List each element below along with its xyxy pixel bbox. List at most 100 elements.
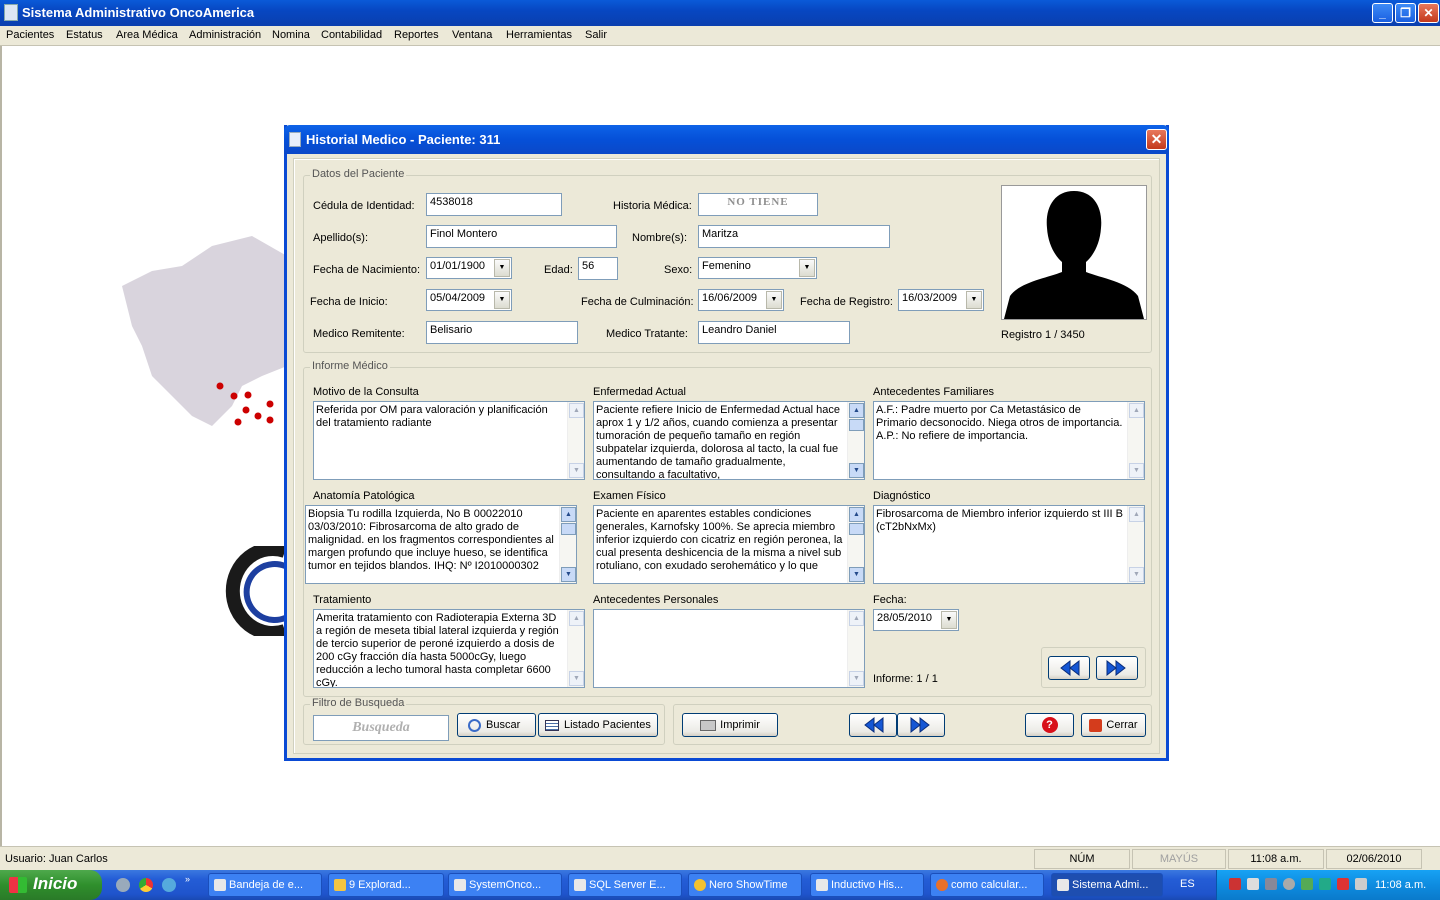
network-icon[interactable] bbox=[1229, 878, 1241, 890]
scroll-up-icon[interactable]: ▲ bbox=[1129, 403, 1144, 418]
volume-icon[interactable] bbox=[1355, 878, 1367, 890]
help-button[interactable]: ? bbox=[1025, 713, 1074, 737]
registro-prev-button[interactable] bbox=[849, 713, 897, 737]
enfermedad-textarea[interactable]: Paciente refiere Inicio de Enfermedad Ac… bbox=[593, 401, 865, 480]
scroll-up-icon[interactable]: ▲ bbox=[849, 403, 864, 418]
restore-button[interactable]: ❐ bbox=[1395, 3, 1416, 23]
diagnostico-textarea[interactable]: Fibrosarcoma de Miembro inferior izquier… bbox=[873, 505, 1145, 584]
scroll-down-icon[interactable]: ▼ bbox=[569, 463, 584, 478]
cerrar-button[interactable]: Cerrar bbox=[1081, 713, 1146, 737]
listado-pacientes-button[interactable]: Listado Pacientes bbox=[538, 713, 658, 737]
apellido-field[interactable]: Finol Montero bbox=[426, 225, 617, 248]
antper-textarea[interactable]: ▲ ▼ bbox=[593, 609, 865, 688]
menu-administracion[interactable]: Administración bbox=[189, 29, 261, 41]
scroll-down-icon[interactable]: ▼ bbox=[849, 463, 864, 478]
tratamiento-textarea[interactable]: Amerita tratamiento con Radioterapia Ext… bbox=[313, 609, 585, 688]
tratante-field[interactable]: Leandro Daniel bbox=[698, 321, 850, 344]
task-inductivo[interactable]: Inductivo His... bbox=[810, 873, 924, 897]
close-app-button[interactable]: ✕ bbox=[1418, 3, 1439, 23]
chevron-down-icon[interactable]: ▼ bbox=[941, 611, 957, 629]
cedula-field[interactable]: 4538018 bbox=[426, 193, 562, 216]
scrollbar[interactable]: ▲ ▼ bbox=[567, 402, 584, 479]
chevron-down-icon[interactable]: ▼ bbox=[494, 291, 510, 309]
menu-salir[interactable]: Salir bbox=[585, 29, 607, 41]
motivo-textarea[interactable]: Referida por OM para valoración y planif… bbox=[313, 401, 585, 480]
scrollbar[interactable]: ▲ ▼ bbox=[847, 610, 864, 687]
computer-icon[interactable] bbox=[1265, 878, 1277, 890]
chevron-down-icon[interactable]: ▼ bbox=[966, 291, 982, 309]
scroll-down-icon[interactable]: ▼ bbox=[561, 567, 576, 582]
task-nero[interactable]: Nero ShowTime bbox=[688, 873, 802, 897]
chevron-down-icon[interactable]: ▼ bbox=[799, 259, 815, 277]
scroll-down-icon[interactable]: ▼ bbox=[1129, 463, 1144, 478]
finicio-combo[interactable]: 05/04/2009 ▼ bbox=[426, 289, 512, 311]
monitor-icon[interactable] bbox=[1247, 878, 1259, 890]
menu-herramientas[interactable]: Herramientas bbox=[506, 29, 572, 41]
scroll-up-icon[interactable]: ▲ bbox=[1129, 507, 1144, 522]
registro-next-button[interactable] bbox=[897, 713, 945, 737]
scroll-up-icon[interactable]: ▲ bbox=[569, 611, 584, 626]
remitente-field[interactable]: Belisario bbox=[426, 321, 578, 344]
scrollbar[interactable]: ▲ ▼ bbox=[1127, 402, 1144, 479]
menu-ventana[interactable]: Ventana bbox=[452, 29, 492, 41]
scroll-down-icon[interactable]: ▼ bbox=[849, 567, 864, 582]
scroll-thumb[interactable] bbox=[561, 523, 576, 535]
search-tray-icon[interactable] bbox=[1283, 878, 1295, 890]
scrollbar[interactable]: ▲ ▼ bbox=[1127, 506, 1144, 583]
informe-next-button[interactable] bbox=[1096, 656, 1138, 680]
antfam-textarea[interactable]: A.F.: Padre muerto por Ca Metastásico de… bbox=[873, 401, 1145, 480]
scroll-up-icon[interactable]: ▲ bbox=[561, 507, 576, 522]
task-sistema-admin[interactable]: Sistema Admi... bbox=[1051, 873, 1163, 897]
scrollbar[interactable]: ▲ ▼ bbox=[847, 402, 864, 479]
scroll-up-icon[interactable]: ▲ bbox=[849, 507, 864, 522]
freg-combo[interactable]: 16/03/2009 ▼ bbox=[898, 289, 984, 311]
menu-contabilidad[interactable]: Contabilidad bbox=[321, 29, 382, 41]
quicklaunch-more-icon[interactable]: » bbox=[185, 874, 195, 884]
informe-prev-button[interactable] bbox=[1048, 656, 1090, 680]
shield-icon[interactable] bbox=[1337, 878, 1349, 890]
imprimir-button[interactable]: Imprimir bbox=[682, 713, 778, 737]
fecha-informe-combo[interactable]: 28/05/2010 ▼ bbox=[873, 609, 959, 631]
scrollbar[interactable]: ▲ ▼ bbox=[847, 506, 864, 583]
scroll-thumb[interactable] bbox=[849, 523, 864, 535]
scrollbar[interactable]: ▲ ▼ bbox=[567, 610, 584, 687]
menu-reportes[interactable]: Reportes bbox=[394, 29, 439, 41]
menu-estatus[interactable]: Estatus bbox=[66, 29, 103, 41]
menu-area-medica[interactable]: Area Médica bbox=[116, 29, 178, 41]
ie-icon[interactable] bbox=[162, 878, 176, 892]
scroll-up-icon[interactable]: ▲ bbox=[849, 611, 864, 626]
scroll-down-icon[interactable]: ▼ bbox=[849, 671, 864, 686]
menu-nomina[interactable]: Nomina bbox=[272, 29, 310, 41]
fnac-combo[interactable]: 01/01/1900 ▼ bbox=[426, 257, 512, 279]
task-sqlserver[interactable]: SQL Server E... bbox=[568, 873, 682, 897]
task-explorador[interactable]: 9 Explorad... bbox=[328, 873, 444, 897]
scrollbar[interactable]: ▲ ▼ bbox=[559, 506, 576, 583]
chrome-icon[interactable] bbox=[139, 878, 153, 892]
anatomia-textarea[interactable]: Biopsia Tu rodilla Izquierda, No B 00022… bbox=[305, 505, 577, 584]
buscar-button[interactable]: Buscar bbox=[457, 713, 536, 737]
scroll-thumb[interactable] bbox=[849, 419, 864, 431]
task-bandeja[interactable]: Bandeja de e... bbox=[208, 873, 322, 897]
edad-field[interactable]: 56 bbox=[578, 257, 618, 280]
historia-field[interactable]: NO TIENE bbox=[698, 193, 818, 216]
sexo-combo[interactable]: Femenino ▼ bbox=[698, 257, 817, 279]
scroll-up-icon[interactable]: ▲ bbox=[569, 403, 584, 418]
scroll-down-icon[interactable]: ▼ bbox=[1129, 567, 1144, 582]
task-systemonco[interactable]: SystemOnco... bbox=[448, 873, 562, 897]
fculm-combo[interactable]: 16/06/2009 ▼ bbox=[698, 289, 784, 311]
search-input[interactable]: Busqueda bbox=[313, 715, 449, 741]
security-icon[interactable] bbox=[1301, 878, 1313, 890]
minimize-button[interactable]: _ bbox=[1372, 3, 1393, 23]
language-indicator[interactable]: ES bbox=[1180, 878, 1195, 890]
nombre-field[interactable]: Maritza bbox=[698, 225, 890, 248]
start-button[interactable]: Inicio bbox=[0, 870, 102, 900]
task-firefox[interactable]: como calcular... bbox=[930, 873, 1044, 897]
show-desktop-icon[interactable] bbox=[116, 878, 130, 892]
chevron-down-icon[interactable]: ▼ bbox=[766, 291, 782, 309]
menu-pacientes[interactable]: Pacientes bbox=[6, 29, 54, 41]
examen-textarea[interactable]: Paciente en aparentes estables condicion… bbox=[593, 505, 865, 584]
chevron-down-icon[interactable]: ▼ bbox=[494, 259, 510, 277]
scroll-down-icon[interactable]: ▼ bbox=[569, 671, 584, 686]
dialog-close-button[interactable]: ✕ bbox=[1146, 129, 1167, 150]
antivirus-icon[interactable] bbox=[1319, 878, 1331, 890]
